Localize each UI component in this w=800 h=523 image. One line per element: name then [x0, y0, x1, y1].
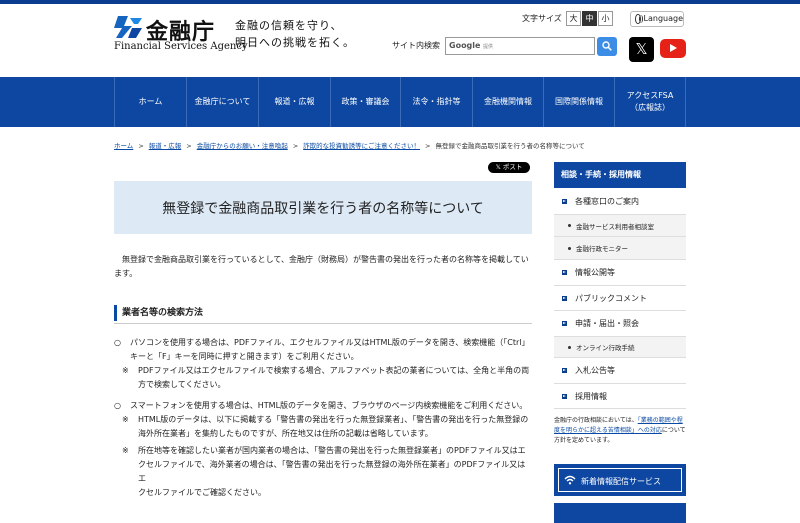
banner-label: 新着情報配信サービス — [581, 477, 661, 486]
x-post-icon: 𝕏 — [495, 163, 503, 171]
note-location-line-2: クセルファイルで、海外業者の場合は、「警告書の発出を行った無登録の海外所在業者」… — [138, 460, 526, 483]
note-location-line-3: クセルファイルでご確認ください。 — [138, 488, 266, 497]
font-size-small-button[interactable]: 小 — [598, 11, 613, 26]
note-mark: ※ — [122, 366, 129, 375]
nav-item-access-fsa[interactable]: アクセスFSA（広報誌） — [614, 77, 686, 127]
fsa-logo[interactable]: 金融庁 Financial Services Agency — [114, 14, 248, 54]
sidebar-item-label: パブリックコメント — [575, 293, 647, 303]
google-provided-text: 提供 — [483, 44, 494, 50]
nav-item-press[interactable]: 報道・広報 — [258, 77, 330, 127]
sidebar-item-public-comment[interactable]: パブリックコメント — [554, 286, 686, 311]
site-search-label: サイト内検索 — [392, 41, 440, 50]
arrow-box-icon — [562, 198, 567, 204]
section-divider — [114, 323, 532, 324]
x-post-button[interactable]: 𝕏 ポスト — [488, 162, 530, 173]
nav-item-about[interactable]: 金融庁について — [186, 77, 258, 127]
bullet-pc-line-2: キーと「F」キーを同時に押すと開きます）をご利用ください。 — [130, 352, 359, 361]
nav-item-laws[interactable]: 法令・指針等 — [400, 77, 472, 127]
language-button[interactable]: Language — [630, 11, 684, 27]
note-html-line-1: HTML版のデータは、以下に掲載する「警告書の発出を行った無登録業者」、「警告書… — [138, 415, 529, 424]
sidebar-note: 金融庁の行政相談においては、「業務の範囲や程度を明らかに超える苦情相談」への対応… — [554, 416, 686, 446]
bullet-smartphone-text: スマートフォンを使用する場合は、HTML版のデータを開き、ブラウザのページ内検索… — [130, 401, 528, 410]
wifi-icon — [564, 475, 576, 485]
breadcrumb-home[interactable]: ホーム — [114, 142, 133, 150]
top-accent-bar — [0, 0, 800, 4]
language-label: Language — [643, 14, 683, 23]
google-brand-text: Google — [449, 41, 481, 50]
note-pdf-line-1: PDFファイル又はエクセルファイルで検索する場合、アルファベット表記の業者につい… — [138, 366, 530, 375]
sidebar-item-label: 申請・届出・照会 — [575, 319, 639, 328]
nav-item-international[interactable]: 国際関係情報 — [543, 77, 614, 127]
arrow-box-icon — [562, 368, 567, 373]
font-size-large-button[interactable]: 大 — [566, 11, 581, 26]
bullet-dot-icon — [568, 345, 571, 349]
breadcrumb-press[interactable]: 報道・広報 — [149, 142, 182, 150]
nav-item-policy[interactable]: 政策・審議会 — [330, 77, 400, 127]
x-social-icon[interactable]: 𝕏 — [629, 37, 654, 62]
arrow-box-icon — [562, 270, 567, 275]
sidebar-item-label: オンライン行政手続 — [576, 344, 635, 352]
sidebar-item-consultation[interactable]: 金融サービス利用者相談室 — [554, 215, 686, 237]
sidebar-item-label: 金融サービス利用者相談室 — [576, 222, 654, 231]
arrow-box-icon — [562, 295, 567, 301]
sidebar-item-monitor[interactable]: 金融行政モニター — [554, 237, 686, 260]
breadcrumb-current: 無登録で金融商品取引業を行う者の名称等について — [435, 142, 585, 150]
arrow-box-icon — [562, 393, 567, 399]
sidebar-heading: 相談・手続・採用情報 — [554, 162, 686, 188]
sidebar-item-label: 金融行政モニター — [576, 245, 628, 253]
note-mark: ※ — [122, 415, 129, 424]
breadcrumb: ホーム > 報道・広報 > 金融庁からのお願い・注意喚起 > 詐欺的な投資勧誘等にご注意くだ… — [114, 142, 585, 150]
sidebar-item-label: 採用情報 — [575, 391, 607, 401]
sidebar-item-contact[interactable]: 各種窓口のご案内 — [554, 188, 686, 215]
sidebar-item-disclosure[interactable]: 情報公開等 — [554, 260, 686, 286]
note-location-line-1: 所在地等を確認したい業者が国内業者の場合は、「警告書の発出を行った無登録業者」の… — [138, 446, 526, 455]
globe-icon — [635, 14, 643, 24]
intro-text: 無登録で金融商品取引業を行っているとして、金融庁（財務局）が警告書の発出を行った… — [114, 255, 529, 278]
bullet-mark: ○ — [114, 338, 121, 347]
nav-item-home[interactable]: ホーム — [114, 77, 186, 127]
bullet-dot-icon — [568, 246, 571, 250]
breadcrumb-notices[interactable]: 金融庁からのお願い・注意喚起 — [197, 142, 288, 150]
font-size-medium-button[interactable]: 中 — [582, 11, 597, 26]
sidebar-note-prefix: 金融庁の行政相談においては、 — [554, 417, 638, 424]
sidebar-item-label: 各種窓口のご案内 — [575, 196, 639, 206]
font-size-label: 文字サイズ — [522, 14, 562, 23]
site-search-input[interactable]: Google 提供 — [445, 37, 595, 55]
sidebar-item-label: 入札公告等 — [575, 366, 615, 375]
news-delivery-banner[interactable]: 新着情報配信サービス — [554, 464, 686, 496]
note-pdf-line-2: 方で検索してください。 — [138, 380, 226, 389]
bullet-dot-icon — [568, 224, 571, 227]
search-icon — [602, 41, 612, 51]
sidebar-item-recruitment[interactable]: 採用情報 — [554, 384, 686, 409]
sidebar-item-label: 情報公開等 — [575, 268, 615, 277]
youtube-icon[interactable] — [660, 39, 686, 58]
breadcrumb-fraud[interactable]: 詐欺的な投資勧誘等にご注意ください！ — [303, 142, 420, 150]
note-html-line-2: 海外所在業者」を集約したものですが、所在地又は住所の記載は省略しています。 — [138, 429, 433, 438]
sidebar-item-applications[interactable]: 申請・届出・照会 — [554, 311, 686, 337]
logo-english-text: Financial Services Agency — [114, 41, 248, 52]
tagline: 金融の信頼を守り、 明日への挑戦を拓く。 — [235, 17, 355, 51]
sidebar-banner-partial[interactable] — [554, 503, 686, 523]
bullet-pc-line-1: パソコンを使用する場合は、PDFファイル、エクセルファイル又はHTML版のデータ… — [130, 338, 530, 347]
search-button[interactable] — [597, 37, 617, 56]
section-heading: 業者名等の検索方法 — [114, 305, 532, 321]
fsa-logo-icon — [114, 16, 142, 38]
sidebar-item-online-procedures[interactable]: オンライン行政手続 — [554, 337, 686, 358]
nav-item-institutions[interactable]: 金融機関情報 — [472, 77, 543, 127]
arrow-box-icon — [562, 321, 567, 326]
page-title: 無登録で金融商品取引業を行う者の名称等について — [114, 181, 532, 234]
bullet-mark: ○ — [114, 401, 121, 410]
tagline-line-2: 明日への挑戦を拓く。 — [235, 36, 355, 49]
sidebar-item-tenders[interactable]: 入札公告等 — [554, 358, 686, 384]
tagline-line-1: 金融の信頼を守り、 — [235, 19, 343, 32]
note-mark: ※ — [122, 446, 129, 455]
x-post-label: ポスト — [502, 163, 523, 171]
